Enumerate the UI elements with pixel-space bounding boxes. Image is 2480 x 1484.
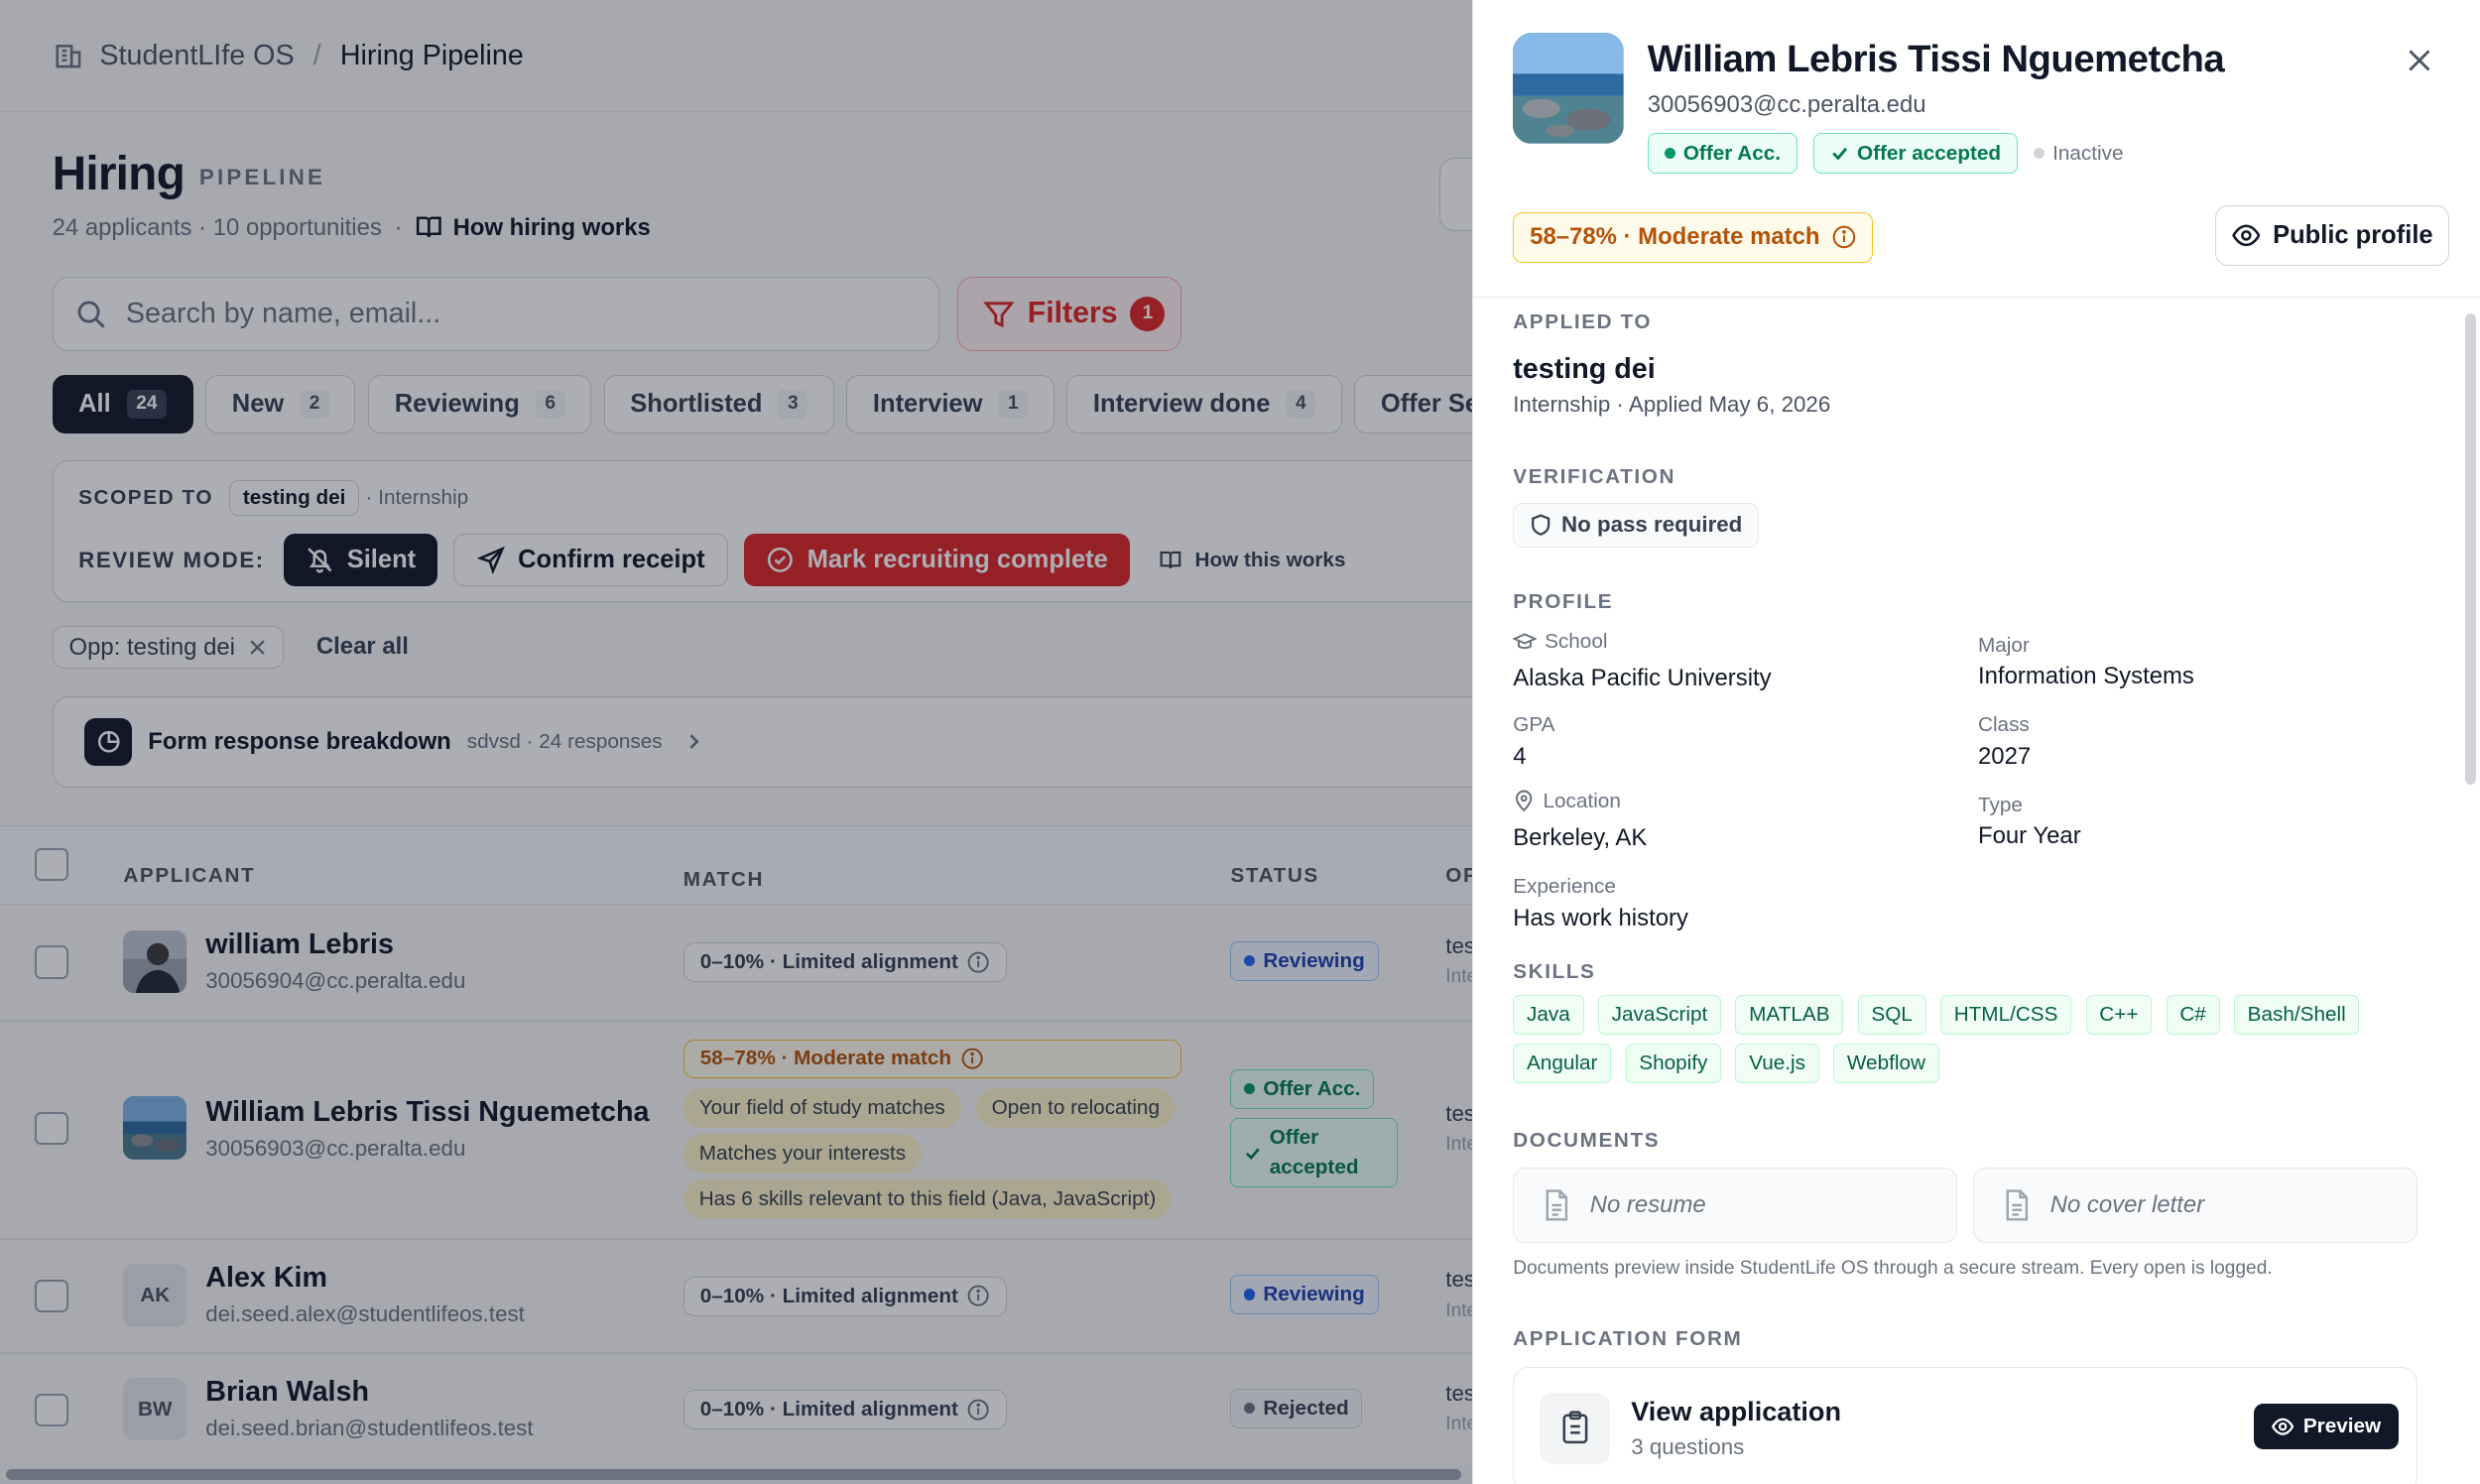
no-cover-letter-label: No cover letter — [2049, 1190, 2205, 1218]
location-label: Location — [1513, 790, 1621, 813]
school-label-text: School — [1545, 629, 1608, 653]
question-count: 3 questions — [1631, 1433, 1745, 1459]
panel-applicant-email: 30056903@cc.peralta.edu — [1647, 91, 1926, 119]
status-label: Offer Acc. — [1682, 141, 1782, 165]
experience-label: Experience — [1513, 874, 1616, 898]
preview-label: Preview — [2302, 1415, 2382, 1438]
no-resume-label: No resume — [1589, 1190, 1706, 1218]
activity-status: Inactive — [2033, 141, 2124, 166]
check-icon — [1830, 144, 1849, 163]
major-label: Major — [1977, 634, 2030, 658]
main-content: StudentLIfe OS / Hiring Pipeline Hiring … — [0, 0, 1473, 1484]
school-value: Alaska Pacific University — [1513, 664, 1772, 691]
location-label-text: Location — [1543, 789, 1621, 812]
info-icon[interactable] — [1832, 225, 1856, 249]
skill-tag: C++ — [2085, 994, 2153, 1035]
resume-slot: No resume — [1513, 1167, 1958, 1244]
file-icon — [1543, 1189, 1571, 1221]
type-label: Type — [1977, 794, 2023, 817]
close-icon — [2404, 45, 2435, 76]
inactive-label: Inactive — [2052, 141, 2124, 165]
shield-icon — [1530, 514, 1551, 537]
gpa-value: 4 — [1513, 743, 1527, 771]
class-label: Class — [1977, 713, 2030, 737]
avatar — [1513, 33, 1624, 145]
skill-tag: Vue.js — [1735, 1044, 1819, 1084]
public-profile-label: Public profile — [2273, 221, 2433, 250]
eye-icon — [2271, 1416, 2294, 1437]
skill-tag: JavaScript — [1597, 994, 1722, 1035]
verification-heading: VERIFICATION — [1513, 464, 1676, 488]
gpa-label: GPA — [1513, 713, 1555, 737]
application-form-card[interactable]: View application 3 questions Preview — [1513, 1366, 2418, 1484]
skill-tag: MATLAB — [1735, 994, 1844, 1035]
panel-scrollbar[interactable] — [2463, 312, 2477, 1484]
skill-tag: Bash/Shell — [2233, 994, 2360, 1035]
verification-badge: No pass required — [1513, 503, 1760, 548]
cover-letter-slot: No cover letter — [1973, 1167, 2418, 1244]
class-value: 2027 — [1977, 743, 2032, 771]
application-form-heading: APPLICATION FORM — [1513, 1326, 1743, 1350]
skills-list: Java JavaScript MATLAB SQL HTML/CSS C++ … — [1513, 994, 2399, 1084]
experience-value: Has work history — [1513, 904, 1688, 931]
major-value: Information Systems — [1977, 663, 2194, 690]
skills-heading: SKILLS — [1513, 959, 1596, 983]
profile-heading: PROFILE — [1513, 589, 1614, 613]
verification-label: No pass required — [1561, 512, 1743, 538]
offer-accepted-badge: Offer accepted — [1812, 132, 2019, 175]
graduation-cap-icon — [1513, 630, 1538, 654]
applied-to-heading: APPLIED TO — [1513, 309, 1653, 333]
skill-tag: HTML/CSS — [1939, 994, 2072, 1035]
skill-tag: Webflow — [1833, 1044, 1939, 1084]
documents-note: Documents preview inside StudentLife OS … — [1513, 1257, 2273, 1279]
skill-tag: C# — [2166, 994, 2220, 1035]
applied-sub: Internship · Applied May 6, 2026 — [1513, 392, 1831, 418]
map-pin-icon — [1513, 790, 1535, 812]
location-value: Berkeley, AK — [1513, 823, 1648, 851]
view-application-title: View application — [1631, 1396, 1842, 1427]
panel-match-badge: 58–78% · Moderate match — [1513, 211, 1874, 263]
match-label: 58–78% · Moderate match — [1530, 223, 1820, 251]
file-icon — [2003, 1189, 2032, 1221]
documents-heading: DOCUMENTS — [1513, 1129, 1661, 1153]
applied-opportunity-title[interactable]: testing dei — [1513, 353, 1655, 386]
type-value: Four Year — [1977, 822, 2081, 850]
scrollbar-thumb[interactable] — [2465, 312, 2477, 785]
skill-tag: Java — [1513, 994, 1584, 1035]
skill-tag: Angular — [1513, 1044, 1612, 1084]
status-badge: Offer Acc. — [1647, 132, 1798, 175]
close-panel-button[interactable] — [2404, 45, 2435, 83]
panel-applicant-name: William Lebris Tissi Nguemetcha — [1647, 38, 2225, 81]
panel-header: William Lebris Tissi Nguemetcha 30056903… — [1473, 0, 2480, 298]
preview-button[interactable]: Preview — [2254, 1404, 2399, 1450]
school-label: School — [1513, 630, 1607, 654]
eye-icon — [2231, 221, 2261, 250]
clipboard-icon — [1539, 1393, 1611, 1464]
applicant-detail-panel: William Lebris Tissi Nguemetcha 30056903… — [1472, 0, 2480, 1484]
status-label: Offer accepted — [1856, 141, 2002, 165]
skill-tag: Shopify — [1625, 1044, 1722, 1084]
modal-backdrop[interactable] — [0, 0, 1473, 1484]
skill-tag: SQL — [1857, 994, 1926, 1035]
public-profile-button[interactable]: Public profile — [2215, 205, 2450, 266]
